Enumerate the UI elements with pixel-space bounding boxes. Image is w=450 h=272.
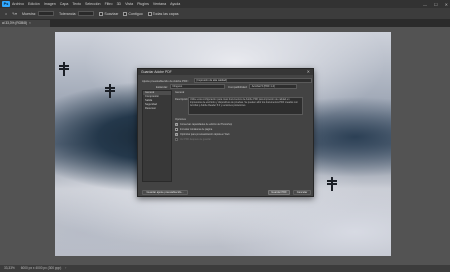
maximize-icon[interactable]: ☐ bbox=[434, 2, 438, 7]
compat-select[interactable]: Acrobat 5 (PDF 1.4) bbox=[249, 84, 298, 89]
antialias-checkbox[interactable] bbox=[99, 11, 104, 16]
option-label: Optimizar para previsualización rápida e… bbox=[180, 133, 230, 136]
antialias-label: Suavizar bbox=[104, 11, 119, 16]
close-icon[interactable]: ✕ bbox=[445, 2, 448, 7]
options-label: Opciones bbox=[175, 118, 186, 121]
antialias-toggle[interactable]: Suavizar bbox=[99, 11, 119, 16]
minimize-icon[interactable]: — bbox=[423, 2, 427, 7]
menu-type[interactable]: Texto bbox=[72, 2, 81, 6]
all-layers-checkbox[interactable] bbox=[147, 11, 152, 16]
general-panel: General Descripción: Utilice esta config… bbox=[175, 90, 311, 182]
option-label: Conservar capacidades de edición de Phot… bbox=[180, 123, 233, 126]
standard-label: Estándar: bbox=[156, 84, 168, 89]
description-text: Utilice esta configuración para crear do… bbox=[188, 97, 303, 115]
all-layers-toggle[interactable]: Todas las capas bbox=[147, 11, 179, 16]
preset-label: Ajuste preestablecido de Adobe PDF: bbox=[142, 78, 189, 83]
option-fast-web-view[interactable]: ✓ Optimizar para previsualización rápida… bbox=[175, 133, 230, 136]
cancel-button[interactable]: Cancelar bbox=[293, 190, 311, 195]
menu-select[interactable]: Selección bbox=[85, 2, 101, 6]
document-tab[interactable]: al 33,3% (RGB/8) × bbox=[0, 20, 50, 27]
menu-3d[interactable]: 3D bbox=[117, 2, 122, 6]
standard-select[interactable]: Ninguno bbox=[170, 84, 225, 89]
checkbox-icon[interactable] bbox=[175, 128, 178, 131]
power-tower-image bbox=[105, 84, 115, 98]
close-tab-icon[interactable]: × bbox=[29, 21, 31, 25]
menu-file[interactable]: Archivo bbox=[12, 2, 24, 6]
document-tab-label: al 33,3% (RGB/8) bbox=[2, 21, 27, 25]
menu-layer[interactable]: Capa bbox=[60, 2, 69, 6]
menu-plugins[interactable]: Plugins bbox=[137, 2, 149, 6]
option-view-pdf: Ver PDF después de guardar bbox=[175, 138, 211, 141]
dialog-close-icon[interactable]: ✕ bbox=[307, 69, 310, 75]
menu-image[interactable]: Imagen bbox=[44, 2, 56, 6]
checkbox-icon bbox=[175, 138, 178, 141]
home-icon[interactable]: ⌂ bbox=[5, 12, 7, 16]
standard-row: Estándar: Ninguno Compatibilidad: Acroba… bbox=[142, 84, 298, 89]
option-embed-thumbnails[interactable]: Incrustar miniaturas de página bbox=[175, 128, 212, 131]
category-list: General Compresión Salida Seguridad Resu… bbox=[142, 90, 172, 182]
all-layers-label: Todas las capas bbox=[152, 11, 179, 16]
sample-label: Muestra: bbox=[22, 11, 36, 16]
chevron-right-icon[interactable]: › bbox=[65, 266, 66, 270]
category-summary[interactable]: Resumen bbox=[143, 107, 171, 111]
status-bar: 33,33% 6000 px x 4000 px (300 ppp) › bbox=[0, 265, 450, 272]
document-tab-bar: al 33,3% (RGB/8) × bbox=[0, 20, 450, 27]
save-preset-button[interactable]: Guardar ajuste preestablecido... bbox=[142, 190, 188, 195]
save-pdf-button[interactable]: Guardar PDF bbox=[268, 190, 290, 195]
menu-view[interactable]: Vista bbox=[125, 2, 133, 6]
option-label: Incrustar miniaturas de página bbox=[180, 128, 213, 131]
panel-title: General bbox=[175, 91, 185, 94]
document-info: 6000 px x 4000 px (300 ppp) bbox=[20, 266, 62, 270]
power-tower-image bbox=[327, 177, 337, 191]
options-bar: ⌂ ✎▾ Muestra: Tolerancia: Suavizar Conti… bbox=[0, 8, 450, 20]
contiguous-checkbox[interactable] bbox=[123, 11, 128, 16]
preset-row: Ajuste preestablecido de Adobe PDF: [Imp… bbox=[142, 78, 312, 83]
zoom-level[interactable]: 33,33% bbox=[4, 266, 15, 270]
window-controls: — ☐ ✕ bbox=[416, 0, 448, 8]
compat-label: Compatibilidad: bbox=[228, 84, 248, 89]
tolerance-input[interactable] bbox=[78, 11, 95, 16]
preset-select[interactable]: [Impresión de alta calidad] bbox=[194, 78, 312, 83]
checkbox-checked-icon[interactable]: ✓ bbox=[175, 133, 178, 136]
menu-bar: Ps Archivo Edición Imagen Capa Texto Sel… bbox=[0, 0, 450, 8]
menu-edit[interactable]: Edición bbox=[28, 2, 40, 6]
menu-filter[interactable]: Filtro bbox=[105, 2, 113, 6]
contiguous-toggle[interactable]: Contiguo bbox=[123, 11, 143, 16]
dialog-title: Guardar Adobe PDF bbox=[138, 69, 313, 75]
checkbox-checked-icon[interactable]: ✓ bbox=[175, 123, 178, 126]
option-preserve-editing[interactable]: ✓ Conservar capacidades de edición de Ph… bbox=[175, 123, 232, 126]
save-pdf-dialog: Guardar Adobe PDF ✕ Ajuste preestablecid… bbox=[137, 68, 314, 197]
power-tower-image bbox=[59, 62, 69, 76]
menu-help[interactable]: Ayuda bbox=[170, 2, 180, 6]
tool-preset-icon[interactable]: ✎▾ bbox=[12, 12, 17, 16]
sample-select[interactable] bbox=[37, 11, 54, 16]
tolerance-label: Tolerancia: bbox=[58, 11, 77, 16]
option-label: Ver PDF después de guardar bbox=[180, 138, 211, 141]
photoshop-logo-icon[interactable]: Ps bbox=[2, 1, 10, 7]
contiguous-label: Contiguo bbox=[128, 11, 143, 16]
menu-window[interactable]: Ventana bbox=[153, 2, 166, 6]
